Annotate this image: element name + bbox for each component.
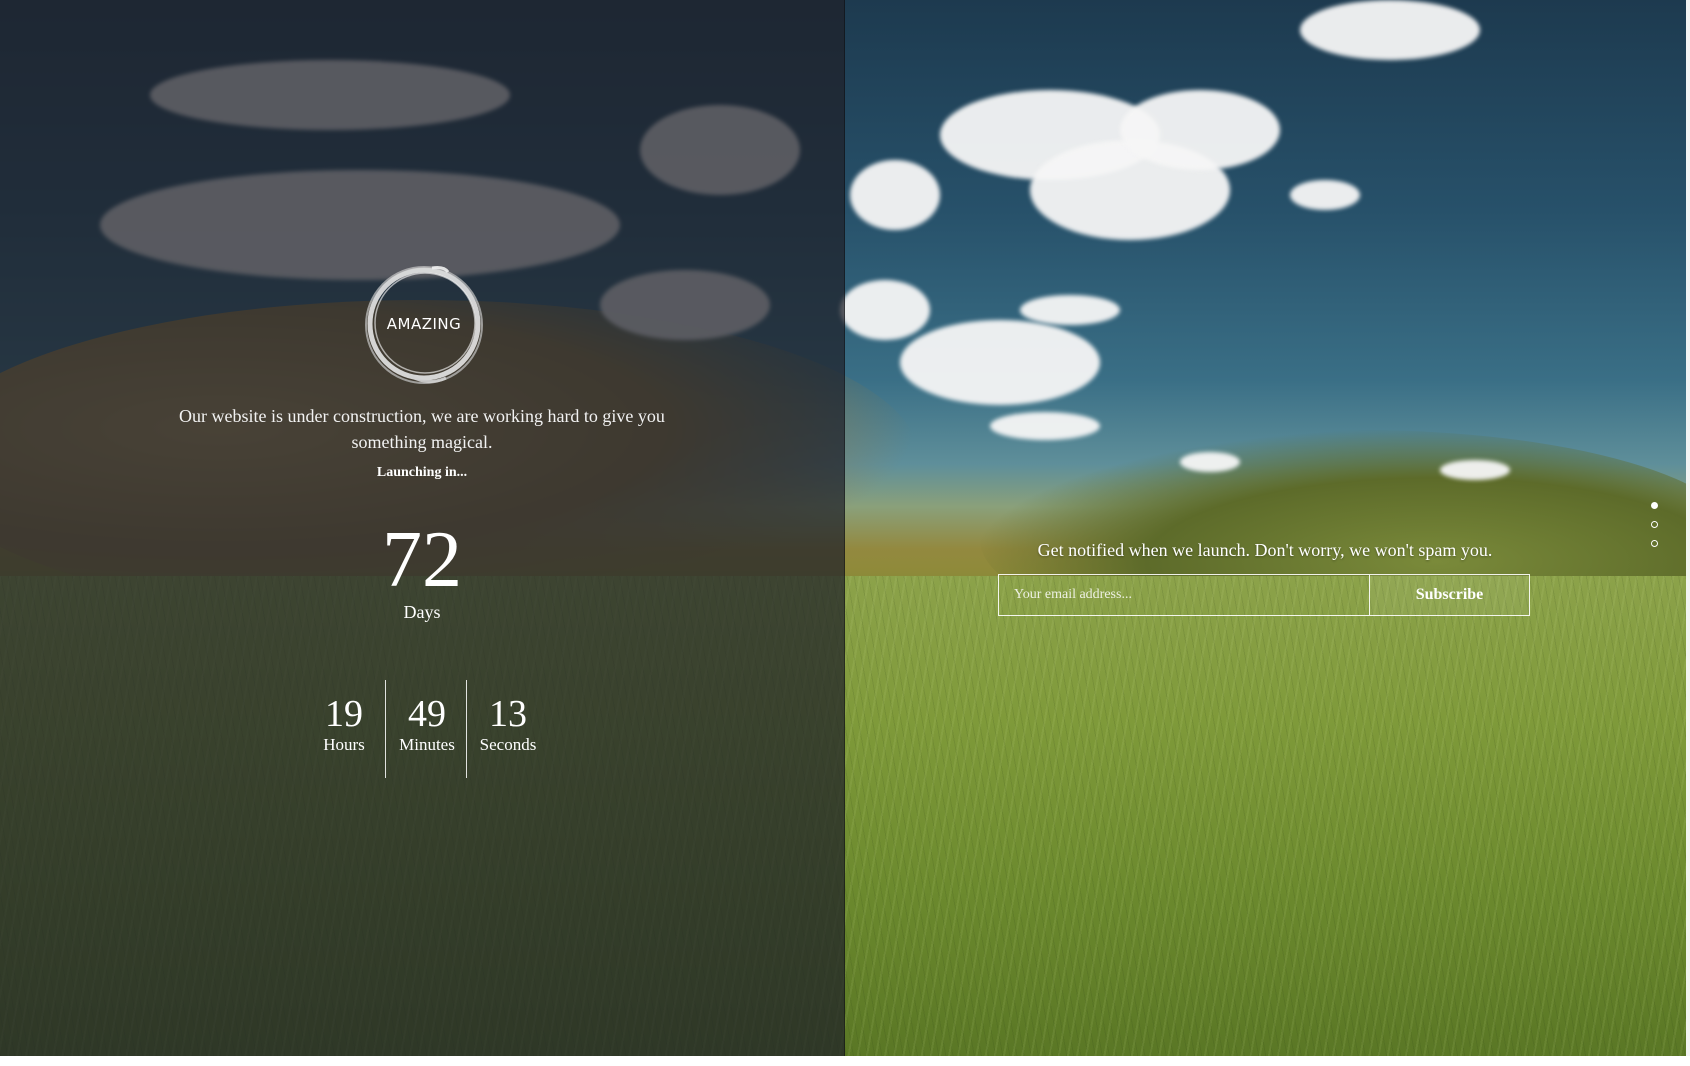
cloud bbox=[1120, 90, 1280, 170]
minutes-cell: 49 Minutes bbox=[385, 680, 468, 778]
seconds-value: 13 bbox=[489, 693, 527, 735]
launching-label: Launching in... bbox=[376, 465, 468, 480]
cloud bbox=[840, 280, 930, 340]
countdown-row: 19 Hours 49 Minutes 13 Seconds bbox=[303, 680, 549, 778]
notify-message: Get notified when we launch. Don't worry… bbox=[1037, 540, 1493, 560]
construction-message: Our website is under construction, we ar… bbox=[179, 406, 665, 452]
cloud bbox=[1020, 295, 1120, 325]
hours-cell: 19 Hours bbox=[303, 680, 385, 778]
minutes-value: 49 bbox=[408, 693, 446, 735]
pagination-dots bbox=[1651, 502, 1663, 559]
page-footer-strip bbox=[0, 1056, 1690, 1066]
cloud bbox=[1180, 452, 1240, 472]
cloud bbox=[1300, 0, 1480, 60]
days-value: 72 bbox=[382, 516, 462, 604]
hours-label: Hours bbox=[323, 735, 365, 754]
seconds-cell: 13 Seconds bbox=[466, 680, 549, 778]
logo-text: AMAZING bbox=[386, 315, 462, 333]
days-label: Days bbox=[403, 602, 441, 622]
logo: AMAZING bbox=[362, 262, 486, 386]
cloud bbox=[990, 412, 1100, 440]
cloud bbox=[850, 160, 940, 230]
seconds-label: Seconds bbox=[479, 735, 537, 754]
cloud bbox=[1440, 460, 1510, 480]
cloud bbox=[1290, 180, 1360, 210]
pagination-dot-2[interactable] bbox=[1651, 521, 1658, 528]
page-edge bbox=[1686, 0, 1690, 1056]
email-input[interactable] bbox=[999, 575, 1369, 615]
subscribe-button[interactable]: Subscribe bbox=[1369, 575, 1529, 615]
page: AMAZING Our website is under constructio… bbox=[0, 0, 1690, 1056]
cloud bbox=[900, 320, 1100, 405]
minutes-label: Minutes bbox=[399, 735, 455, 754]
pagination-dot-1[interactable] bbox=[1651, 502, 1658, 509]
countdown-panel: AMAZING Our website is under constructio… bbox=[0, 0, 844, 1056]
subscribe-form: Subscribe bbox=[998, 574, 1530, 616]
hours-value: 19 bbox=[325, 693, 363, 735]
pagination-dot-3[interactable] bbox=[1651, 540, 1658, 547]
